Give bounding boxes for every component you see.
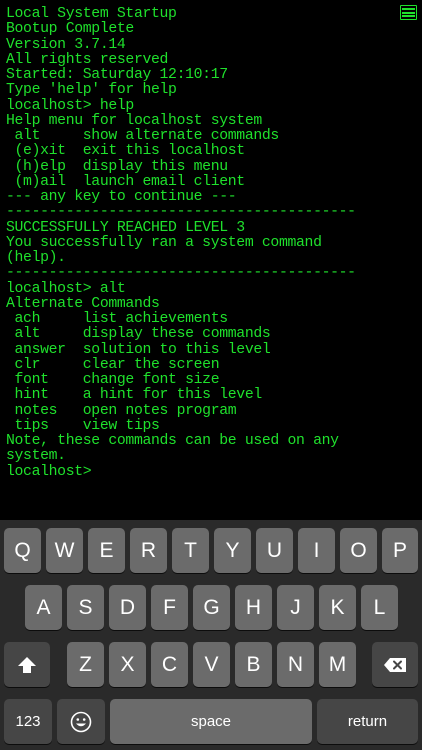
- terminal-line: ----------------------------------------…: [6, 265, 356, 282]
- terminal-line: font change font size: [6, 372, 220, 388]
- key-z[interactable]: Z: [67, 642, 104, 687]
- terminal-line: --- any key to continue ---: [6, 189, 237, 205]
- terminal-line: (m)ail launch email client: [6, 173, 246, 190]
- terminal-line: tips view tips: [6, 417, 160, 434]
- return-key[interactable]: return: [317, 699, 418, 744]
- terminal-line: notes open notes program: [6, 402, 237, 419]
- key-m[interactable]: M: [319, 642, 356, 687]
- key-b[interactable]: B: [235, 642, 272, 687]
- terminal-line: Help menu for localhost system: [6, 112, 262, 129]
- key-v[interactable]: V: [193, 642, 230, 687]
- key-w[interactable]: W: [46, 528, 83, 573]
- terminal-line: alt display these commands: [6, 326, 271, 343]
- terminal-output: Local System Startup Bootup Complete Versi…: [6, 6, 356, 480]
- space-key[interactable]: space: [110, 699, 312, 744]
- key-k[interactable]: K: [319, 585, 356, 630]
- terminal-line: localhost> help: [6, 97, 134, 114]
- terminal-line: Note, these commands can be used on any: [6, 433, 339, 449]
- key-r[interactable]: R: [130, 528, 167, 573]
- terminal-line: Version 3.7.14: [6, 36, 126, 53]
- terminal-line: localhost>: [6, 463, 92, 480]
- key-c[interactable]: C: [151, 642, 188, 687]
- key-a[interactable]: A: [25, 585, 62, 630]
- key-x[interactable]: X: [109, 642, 146, 687]
- emoji-key[interactable]: [57, 699, 105, 744]
- terminal-line: You successfully ran a system command: [6, 234, 322, 251]
- key-y[interactable]: Y: [214, 528, 251, 573]
- terminal-line: (e)xit exit this localhost: [6, 143, 246, 160]
- terminal-line: hint a hint for this level: [6, 387, 263, 404]
- terminal-line: system.: [6, 448, 66, 465]
- key-q[interactable]: Q: [4, 528, 41, 573]
- key-j[interactable]: J: [277, 585, 314, 630]
- terminal-line: ach list achievements: [6, 311, 229, 327]
- key-e[interactable]: E: [88, 528, 125, 573]
- key-s[interactable]: S: [67, 585, 104, 630]
- key-h[interactable]: H: [235, 585, 272, 630]
- on-screen-keyboard: Q W E R T Y U I O P A S D F G H J K L Z …: [0, 520, 422, 750]
- key-l[interactable]: L: [361, 585, 398, 630]
- backspace-icon: [383, 657, 407, 673]
- key-p[interactable]: P: [382, 528, 418, 573]
- terminal-line: Type 'help' for help: [6, 82, 177, 99]
- terminal-line: Bootup Complete: [6, 21, 134, 38]
- terminal-line: SUCCESSFULLY REACHED LEVEL 3: [6, 219, 245, 236]
- delete-key[interactable]: [372, 642, 418, 687]
- terminal-line: localhost> alt: [6, 280, 126, 297]
- hamburger-menu-icon[interactable]: [400, 5, 417, 20]
- terminal-line: (help).: [6, 250, 66, 266]
- emoji-icon: [70, 711, 92, 733]
- terminal-line: (h)elp display this menu: [6, 158, 229, 175]
- terminal-line: alt show alternate commands: [6, 128, 280, 144]
- key-u[interactable]: U: [256, 528, 293, 573]
- key-n[interactable]: N: [277, 642, 314, 687]
- key-o[interactable]: O: [340, 528, 377, 573]
- terminal-line: clr clear the screen: [6, 356, 220, 373]
- terminal-line: All rights reserved: [6, 51, 169, 68]
- terminal-line: Alternate Commands: [6, 295, 160, 312]
- terminal-line: Started: Saturday 12:10:17: [6, 67, 228, 83]
- key-i[interactable]: I: [298, 528, 335, 573]
- terminal-line: ----------------------------------------…: [6, 204, 356, 221]
- shift-arrow-icon: [17, 656, 37, 674]
- terminal-line: Local System Startup: [6, 6, 177, 22]
- terminal-line: answer solution to this level: [6, 341, 271, 358]
- numbers-key[interactable]: 123: [4, 699, 52, 744]
- terminal-screen[interactable]: Local System Startup Bootup Complete Versi…: [0, 0, 422, 520]
- key-d[interactable]: D: [109, 585, 146, 630]
- shift-key[interactable]: [4, 642, 50, 687]
- key-t[interactable]: T: [172, 528, 209, 573]
- key-f[interactable]: F: [151, 585, 188, 630]
- key-g[interactable]: G: [193, 585, 230, 630]
